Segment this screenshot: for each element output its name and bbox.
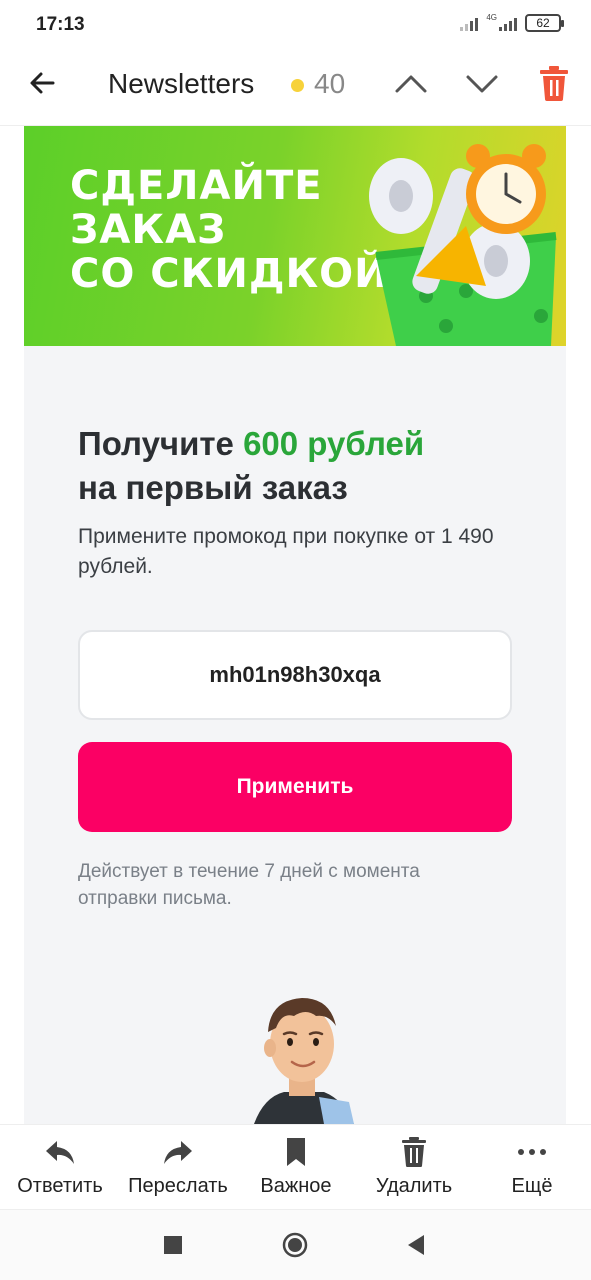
status-bar: 17:13 4G 62	[0, 0, 591, 52]
promo-amount: 600 рублей	[243, 425, 425, 462]
unread-count: 40	[314, 68, 346, 99]
battery-icon: 62	[525, 14, 564, 32]
promo-description: Примените промокод при покупке от 1 490 …	[78, 525, 494, 578]
forward-icon	[164, 1141, 192, 1164]
triangle-back-icon	[408, 1235, 424, 1255]
status-time: 17:13	[36, 14, 85, 35]
app-header: Newsletters 40	[0, 52, 591, 126]
more-label: Ещё	[511, 1175, 553, 1197]
more-button[interactable]: Ещё	[496, 1135, 568, 1198]
trash-icon	[402, 1137, 426, 1167]
banner-line-1: СДЕЛАЙТЕ	[70, 163, 323, 209]
next-message-button[interactable]	[462, 66, 502, 102]
delete-label: Удалить	[375, 1175, 453, 1197]
shopping-basket-illustration	[369, 144, 557, 346]
important-label: Важное	[260, 1175, 332, 1197]
android-nav-bar	[0, 1210, 591, 1280]
person-illustration	[254, 998, 354, 1124]
promo-banner[interactable]: СДЕЛАЙТЕ ЗАКАЗ СО СКИДКОЙ	[24, 126, 566, 346]
chevron-down-icon	[466, 75, 498, 93]
signal-icon-2	[499, 15, 517, 31]
back-nav-button[interactable]	[404, 1232, 430, 1258]
banner-line-2: ЗАКАЗ	[70, 207, 227, 253]
back-button[interactable]	[26, 66, 60, 100]
promo-title: Получите 600 рублей на первый заказ	[78, 422, 424, 510]
status-icons: 4G 62	[460, 12, 564, 32]
important-button[interactable]: Важное	[256, 1135, 336, 1198]
delete-button[interactable]	[538, 64, 570, 102]
email-body: СДЕЛАЙТЕ ЗАКАЗ СО СКИДКОЙ Получите 600 р…	[24, 126, 566, 1124]
promo-title-prefix: Получите	[78, 425, 244, 462]
more-icon	[518, 1149, 546, 1155]
promo-code-box[interactable]: mh01n98h30xqa	[78, 630, 512, 720]
previous-message-button[interactable]	[391, 66, 431, 102]
reply-button[interactable]: Ответить	[12, 1135, 108, 1198]
delete-action-button[interactable]: Удалить	[370, 1135, 458, 1198]
forward-label: Переслать	[128, 1175, 228, 1197]
recents-button[interactable]	[160, 1232, 186, 1258]
bookmark-icon	[287, 1138, 305, 1166]
square-icon	[164, 1236, 182, 1254]
reply-icon	[46, 1141, 74, 1164]
validity-note: Действует в течение 7 дней с момента отп…	[78, 861, 420, 909]
forward-button[interactable]: Переслать	[124, 1135, 232, 1198]
reply-label: Ответить	[17, 1175, 103, 1197]
chevron-up-icon	[395, 75, 427, 93]
circle-icon	[282, 1232, 308, 1258]
banner-headline: СДЕЛАЙТЕ ЗАКАЗ СО СКИДКОЙ	[70, 164, 389, 296]
network-type: 4G	[486, 12, 497, 22]
message-action-bar: Ответить Переслать Важное Удалить Ещё	[0, 1124, 591, 1210]
home-button[interactable]	[282, 1232, 308, 1258]
promo-title-suffix: на первый заказ	[78, 469, 348, 506]
banner-line-3: СО СКИДКОЙ	[70, 251, 389, 297]
unread-dot	[291, 79, 304, 92]
arrow-left-icon	[30, 72, 55, 94]
signal-icon	[460, 15, 479, 31]
trash-icon	[540, 66, 568, 101]
apply-button[interactable]: Применить	[78, 742, 512, 832]
folder-title: Newsletters	[108, 68, 255, 99]
